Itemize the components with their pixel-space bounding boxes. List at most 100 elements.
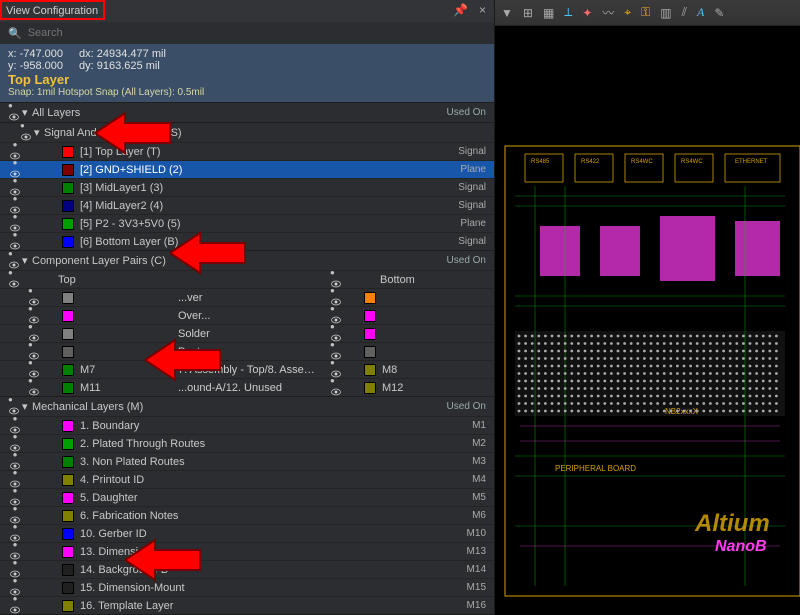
grid-icon[interactable]: ▦ bbox=[543, 6, 554, 20]
layer-tag: M5 bbox=[446, 492, 486, 503]
layer-name: 2. Plated Through Routes bbox=[80, 438, 446, 450]
measure-icon[interactable]: ⟂ bbox=[564, 5, 572, 20]
pair-right-name: M12 bbox=[382, 382, 403, 394]
layer-row[interactable]: [6] Bottom Layer (B) Signal bbox=[0, 232, 494, 250]
pair-mid-label: Over... bbox=[172, 310, 322, 322]
layer-tag: M15 bbox=[446, 582, 486, 593]
section-signal[interactable]: ▾ Signal And Plane Layers (S) bbox=[0, 122, 494, 142]
svg-text:RS4WC: RS4WC bbox=[631, 159, 653, 165]
layer-tag: M16 bbox=[446, 600, 486, 611]
key-icon[interactable]: ⚿ bbox=[641, 5, 650, 20]
color-swatch[interactable] bbox=[62, 474, 74, 486]
route-icon[interactable]: 〰 bbox=[602, 4, 614, 21]
color-swatch[interactable] bbox=[62, 382, 74, 394]
caret-icon[interactable]: ▾ bbox=[22, 400, 32, 413]
pcb-canvas[interactable]: RS485 RS422 RS4WC RS4WC ETHERNET PERIPHE… bbox=[495, 26, 800, 615]
eye-icon[interactable] bbox=[8, 393, 22, 420]
pair-mid-label: ...ver bbox=[172, 292, 322, 304]
color-swatch[interactable] bbox=[62, 528, 74, 540]
layer-tag: Signal bbox=[446, 200, 486, 211]
layer-row[interactable]: 3. Non Plated Routes M3 bbox=[0, 452, 494, 470]
layer-tree[interactable]: ▾ All Layers Used On ▾ Signal And Plane … bbox=[0, 102, 494, 615]
layer-name: [6] Bottom Layer (B) bbox=[80, 236, 446, 248]
layer-tag: Signal bbox=[446, 182, 486, 193]
layer-tag: M14 bbox=[446, 564, 486, 575]
layer-name: [4] MidLayer2 (4) bbox=[80, 200, 446, 212]
chart-icon[interactable]: ⫽ bbox=[682, 5, 687, 20]
search-icon: 🔍 bbox=[8, 27, 22, 40]
snap-icon[interactable]: ⌖ bbox=[624, 5, 631, 20]
layer-name: 13. DimensionA bbox=[80, 546, 446, 558]
coords-readout: x: -747.000dx: 24934.477 mil y: -958.000… bbox=[0, 44, 494, 102]
layer-tag: M1 bbox=[446, 420, 486, 431]
canvas-toolbar[interactable]: ▼ ⊞ ▦ ⟂ ✦ 〰 ⌖ ⚿ ▥ ⫽ A ✎ bbox=[495, 0, 800, 26]
color-swatch[interactable] bbox=[62, 146, 74, 158]
highlight-icon[interactable]: ✦ bbox=[582, 6, 592, 20]
layer-row[interactable]: 4. Printout ID M4 bbox=[0, 470, 494, 488]
search-bar[interactable]: 🔍 bbox=[0, 22, 494, 44]
section-all-layers[interactable]: ▾ All Layers Used On bbox=[0, 102, 494, 122]
color-swatch[interactable] bbox=[62, 546, 74, 558]
color-swatch[interactable] bbox=[62, 164, 74, 176]
eye-icon[interactable] bbox=[8, 247, 22, 274]
layer-row[interactable]: 2. Plated Through Routes M2 bbox=[0, 434, 494, 452]
filter-icon[interactable]: ▼ bbox=[501, 6, 513, 20]
layer-row[interactable]: 15. Dimension-Mount M15 bbox=[0, 578, 494, 596]
svg-text:RS485: RS485 bbox=[531, 159, 550, 165]
panel-titlebar[interactable]: View Configuration 📌 × bbox=[0, 0, 494, 22]
section-mechanical[interactable]: ▾ Mechanical Layers (M) Used On bbox=[0, 396, 494, 416]
layer-row[interactable]: [1] Top Layer (T) Signal bbox=[0, 142, 494, 160]
layer-row[interactable]: 10. Gerber ID M10 bbox=[0, 524, 494, 542]
svg-text:Altium: Altium bbox=[694, 510, 770, 537]
layer-row[interactable]: 5. Daughter M5 bbox=[0, 488, 494, 506]
close-icon[interactable]: × bbox=[479, 3, 486, 17]
color-swatch[interactable] bbox=[62, 564, 74, 576]
color-swatch[interactable] bbox=[62, 218, 74, 230]
layer-name: 15. Dimension-Mount bbox=[80, 582, 446, 594]
layer-row[interactable]: 16. Template Layer M16 bbox=[0, 596, 494, 614]
layer-row[interactable]: 13. DimensionA M13 bbox=[0, 542, 494, 560]
color-swatch[interactable] bbox=[62, 456, 74, 468]
bars-icon[interactable]: ▥ bbox=[660, 6, 671, 20]
layer-name: [5] P2 - 3V3+5V0 (5) bbox=[80, 218, 446, 230]
color-swatch[interactable] bbox=[62, 200, 74, 212]
edit-icon[interactable]: ✎ bbox=[714, 6, 724, 20]
caret-icon[interactable]: ▾ bbox=[22, 106, 32, 119]
caret-icon[interactable]: ▾ bbox=[34, 126, 44, 139]
layer-name: 14. Background-B bbox=[80, 564, 446, 576]
color-swatch[interactable] bbox=[62, 582, 74, 594]
section-label: All Layers bbox=[32, 107, 447, 119]
pair-row[interactable]: M11 ...ound-A/12. Unused M12 bbox=[0, 378, 494, 396]
search-input[interactable] bbox=[28, 27, 486, 39]
color-swatch[interactable] bbox=[62, 236, 74, 248]
color-swatch[interactable] bbox=[62, 600, 74, 612]
eye-icon[interactable] bbox=[20, 119, 34, 146]
layer-row[interactable]: [2] GND+SHIELD (2) Plane bbox=[0, 160, 494, 178]
pin-icon[interactable]: 📌 bbox=[453, 3, 468, 17]
color-swatch[interactable] bbox=[62, 438, 74, 450]
color-swatch[interactable] bbox=[364, 382, 376, 394]
caret-icon[interactable]: ▾ bbox=[22, 254, 32, 267]
pair-left-name: M11 bbox=[80, 382, 101, 394]
svg-text:NanoB: NanoB bbox=[715, 538, 767, 555]
color-swatch[interactable] bbox=[62, 510, 74, 522]
layer-row[interactable]: [3] MidLayer1 (3) Signal bbox=[0, 178, 494, 196]
color-swatch[interactable] bbox=[62, 492, 74, 504]
layer-tag: M4 bbox=[446, 474, 486, 485]
layer-name: [1] Top Layer (T) bbox=[80, 146, 446, 158]
align-icon[interactable]: ⊞ bbox=[523, 6, 533, 20]
layer-row[interactable]: 1. Boundary M1 bbox=[0, 416, 494, 434]
layer-row[interactable]: [5] P2 - 3V3+5V0 (5) Plane bbox=[0, 214, 494, 232]
pair-mid-label: ...ound-A/12. Unused bbox=[172, 382, 322, 394]
layer-name: 5. Daughter bbox=[80, 492, 446, 504]
layer-name: [3] MidLayer1 (3) bbox=[80, 182, 446, 194]
layer-name: 3. Non Plated Routes bbox=[80, 456, 446, 468]
eye-icon[interactable] bbox=[8, 611, 22, 615]
section-component-pairs[interactable]: ▾ Component Layer Pairs (C) Used On bbox=[0, 250, 494, 270]
color-swatch[interactable] bbox=[62, 420, 74, 432]
text-icon[interactable]: A bbox=[697, 5, 704, 20]
color-swatch[interactable] bbox=[62, 182, 74, 194]
layer-row[interactable]: 14. Background-B M14 bbox=[0, 560, 494, 578]
layer-row[interactable]: [4] MidLayer2 (4) Signal bbox=[0, 196, 494, 214]
layer-row[interactable]: 6. Fabrication Notes M6 bbox=[0, 506, 494, 524]
